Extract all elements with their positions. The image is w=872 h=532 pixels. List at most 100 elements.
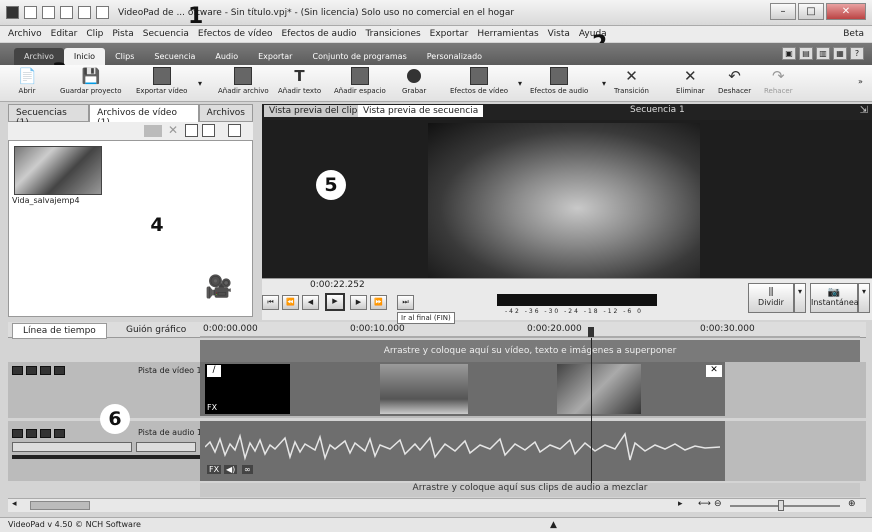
tab-audio[interactable]: Audio: [205, 48, 248, 65]
fx-icon[interactable]: [40, 366, 51, 375]
save-icon[interactable]: [60, 6, 73, 19]
file-thumbnail[interactable]: [14, 146, 102, 195]
layout-icon[interactable]: ▣: [782, 47, 796, 60]
scroll-left-icon[interactable]: ◂: [12, 499, 17, 509]
close-button[interactable]: ✕: [826, 3, 866, 20]
play-button[interactable]: ▶: [325, 293, 345, 311]
prev-frame-button[interactable]: ⏪: [282, 295, 299, 310]
media-dropdown[interactable]: [144, 125, 162, 137]
save-project-button[interactable]: 💾 Guardar proyecto: [60, 67, 122, 95]
layout-icon[interactable]: ▥: [816, 47, 830, 60]
thumbnails-icon[interactable]: [185, 124, 198, 137]
video-effects-button[interactable]: Efectos de vídeo: [450, 67, 508, 95]
pan-slider[interactable]: [136, 442, 196, 452]
scroll-thumb[interactable]: [30, 501, 90, 510]
chevron-down-icon[interactable]: ▾: [602, 79, 606, 88]
fx-label[interactable]: FX: [207, 403, 217, 412]
snapshot-button[interactable]: 📷 Instantáneas: [810, 283, 863, 313]
menu-clip[interactable]: Clip: [86, 29, 103, 39]
tab-timeline[interactable]: Línea de tiempo: [12, 323, 107, 339]
tab-clips[interactable]: Clips: [105, 48, 144, 65]
link-icon[interactable]: ∞: [242, 465, 253, 474]
menu-secuencia[interactable]: Secuencia: [143, 29, 189, 39]
tab-conjunto-programas[interactable]: Conjunto de programas: [302, 48, 416, 65]
undo-button[interactable]: ↶ Deshacer: [718, 67, 751, 95]
speaker-icon[interactable]: ◀): [224, 465, 238, 474]
expand-up-icon[interactable]: ▲: [550, 518, 557, 532]
tab-archivos-video[interactable]: Archivos de vídeo (1): [89, 104, 199, 128]
maximize-button[interactable]: □: [798, 3, 824, 20]
redo-button[interactable]: ↷ Rehacer: [764, 67, 793, 95]
tab-exportar[interactable]: Exportar: [248, 48, 302, 65]
menu-transiciones[interactable]: Transiciones: [366, 29, 421, 39]
export-video-button[interactable]: Exportar vídeo: [136, 67, 187, 95]
go-start-button[interactable]: ⏮: [262, 295, 279, 310]
menu-archivo[interactable]: Archivo: [8, 29, 42, 39]
collapse-icon[interactable]: [12, 366, 23, 375]
minimize-button[interactable]: –: [770, 3, 796, 20]
collapse-icon[interactable]: [12, 429, 23, 438]
add-file-button[interactable]: Añadir archivo: [218, 67, 269, 95]
fx-icon[interactable]: [40, 429, 51, 438]
menu-efectos-audio[interactable]: Efectos de audio: [282, 29, 357, 39]
menu-vista[interactable]: Vista: [548, 29, 570, 39]
fit-icon[interactable]: ⟷: [698, 499, 711, 509]
tab-secuencia[interactable]: Secuencia: [144, 48, 205, 65]
lock-icon[interactable]: [54, 429, 65, 438]
go-end-button[interactable]: ⏭: [397, 295, 414, 310]
record-button[interactable]: Grabar: [402, 67, 426, 95]
undock-icon[interactable]: [228, 124, 241, 137]
tab-secuencias[interactable]: Secuencias (1): [8, 104, 90, 128]
list-icon[interactable]: [202, 124, 215, 137]
lock-icon[interactable]: [54, 366, 65, 375]
transition-icon[interactable]: ✕: [706, 365, 722, 377]
chevron-down-icon[interactable]: ▾: [858, 283, 870, 313]
chevron-down-icon[interactable]: ▾: [794, 283, 806, 313]
undo-icon[interactable]: [78, 6, 91, 19]
redo-icon[interactable]: [96, 6, 109, 19]
chevron-down-icon[interactable]: ▾: [198, 79, 202, 88]
chevron-down-icon[interactable]: ▾: [518, 79, 522, 88]
transition-button[interactable]: ✕ Transición: [614, 67, 649, 95]
next-frame-button[interactable]: ⏩: [370, 295, 387, 310]
open-icon[interactable]: [42, 6, 55, 19]
zoom-in-icon[interactable]: ⊕: [848, 499, 856, 509]
fade-icon[interactable]: ∕: [207, 365, 221, 377]
video-clip-thumbnail[interactable]: [380, 364, 468, 414]
tab-storyboard[interactable]: Guión gráfico: [116, 323, 196, 337]
volume-slider[interactable]: [12, 442, 132, 452]
zoom-out-icon[interactable]: ⊖: [714, 499, 722, 509]
tab-inicio[interactable]: Inicio: [63, 48, 106, 65]
layout-icon[interactable]: ▤: [799, 47, 813, 60]
split-button[interactable]: ⫼ Dividir: [748, 283, 794, 313]
undock-icon[interactable]: ⇲: [860, 105, 868, 116]
timeline-scrollbar[interactable]: ◂ ▸ ⟷ ⊖ ⊕: [8, 498, 866, 512]
audio-waveform[interactable]: [205, 430, 720, 465]
video-clip-thumbnail[interactable]: [557, 364, 641, 414]
scroll-right-icon[interactable]: ▸: [678, 499, 683, 509]
new-icon[interactable]: [24, 6, 37, 19]
add-text-button[interactable]: T Añadir texto: [278, 67, 321, 95]
video-clip[interactable]: ∕ FX: [205, 364, 290, 414]
menu-editar[interactable]: Editar: [51, 29, 78, 39]
zoom-slider-thumb[interactable]: [778, 500, 784, 511]
audio-mix-drop-zone[interactable]: Arrastre y coloque aquí sus clips de aud…: [200, 483, 860, 497]
add-space-button[interactable]: Añadir espacio: [334, 67, 386, 95]
speaker-icon[interactable]: [26, 429, 37, 438]
step-back-button[interactable]: ◀: [302, 295, 319, 310]
expand-icon[interactable]: »: [858, 77, 863, 86]
layout-icon[interactable]: ▦: [833, 47, 847, 60]
tab-personalizado[interactable]: Personalizado: [417, 48, 492, 65]
visibility-icon[interactable]: [26, 366, 37, 375]
audio-effects-button[interactable]: Efectos de audio: [530, 67, 588, 95]
video-overlay-drop-zone[interactable]: Arrastre y coloque aquí su vídeo, texto …: [200, 340, 860, 362]
tab-sequence-preview[interactable]: Vista previa de secuencia: [358, 105, 484, 117]
help-icon[interactable]: ?: [850, 47, 864, 60]
zoom-slider[interactable]: [730, 505, 840, 507]
menu-herramientas[interactable]: Herramientas: [477, 29, 538, 39]
menu-efectos-video[interactable]: Efectos de vídeo: [198, 29, 273, 39]
delete-button[interactable]: ✕ Eliminar: [676, 67, 705, 95]
step-forward-button[interactable]: ▶: [350, 295, 367, 310]
audio-fx-label[interactable]: FX: [207, 465, 222, 474]
timeline-ruler[interactable]: [200, 336, 860, 338]
